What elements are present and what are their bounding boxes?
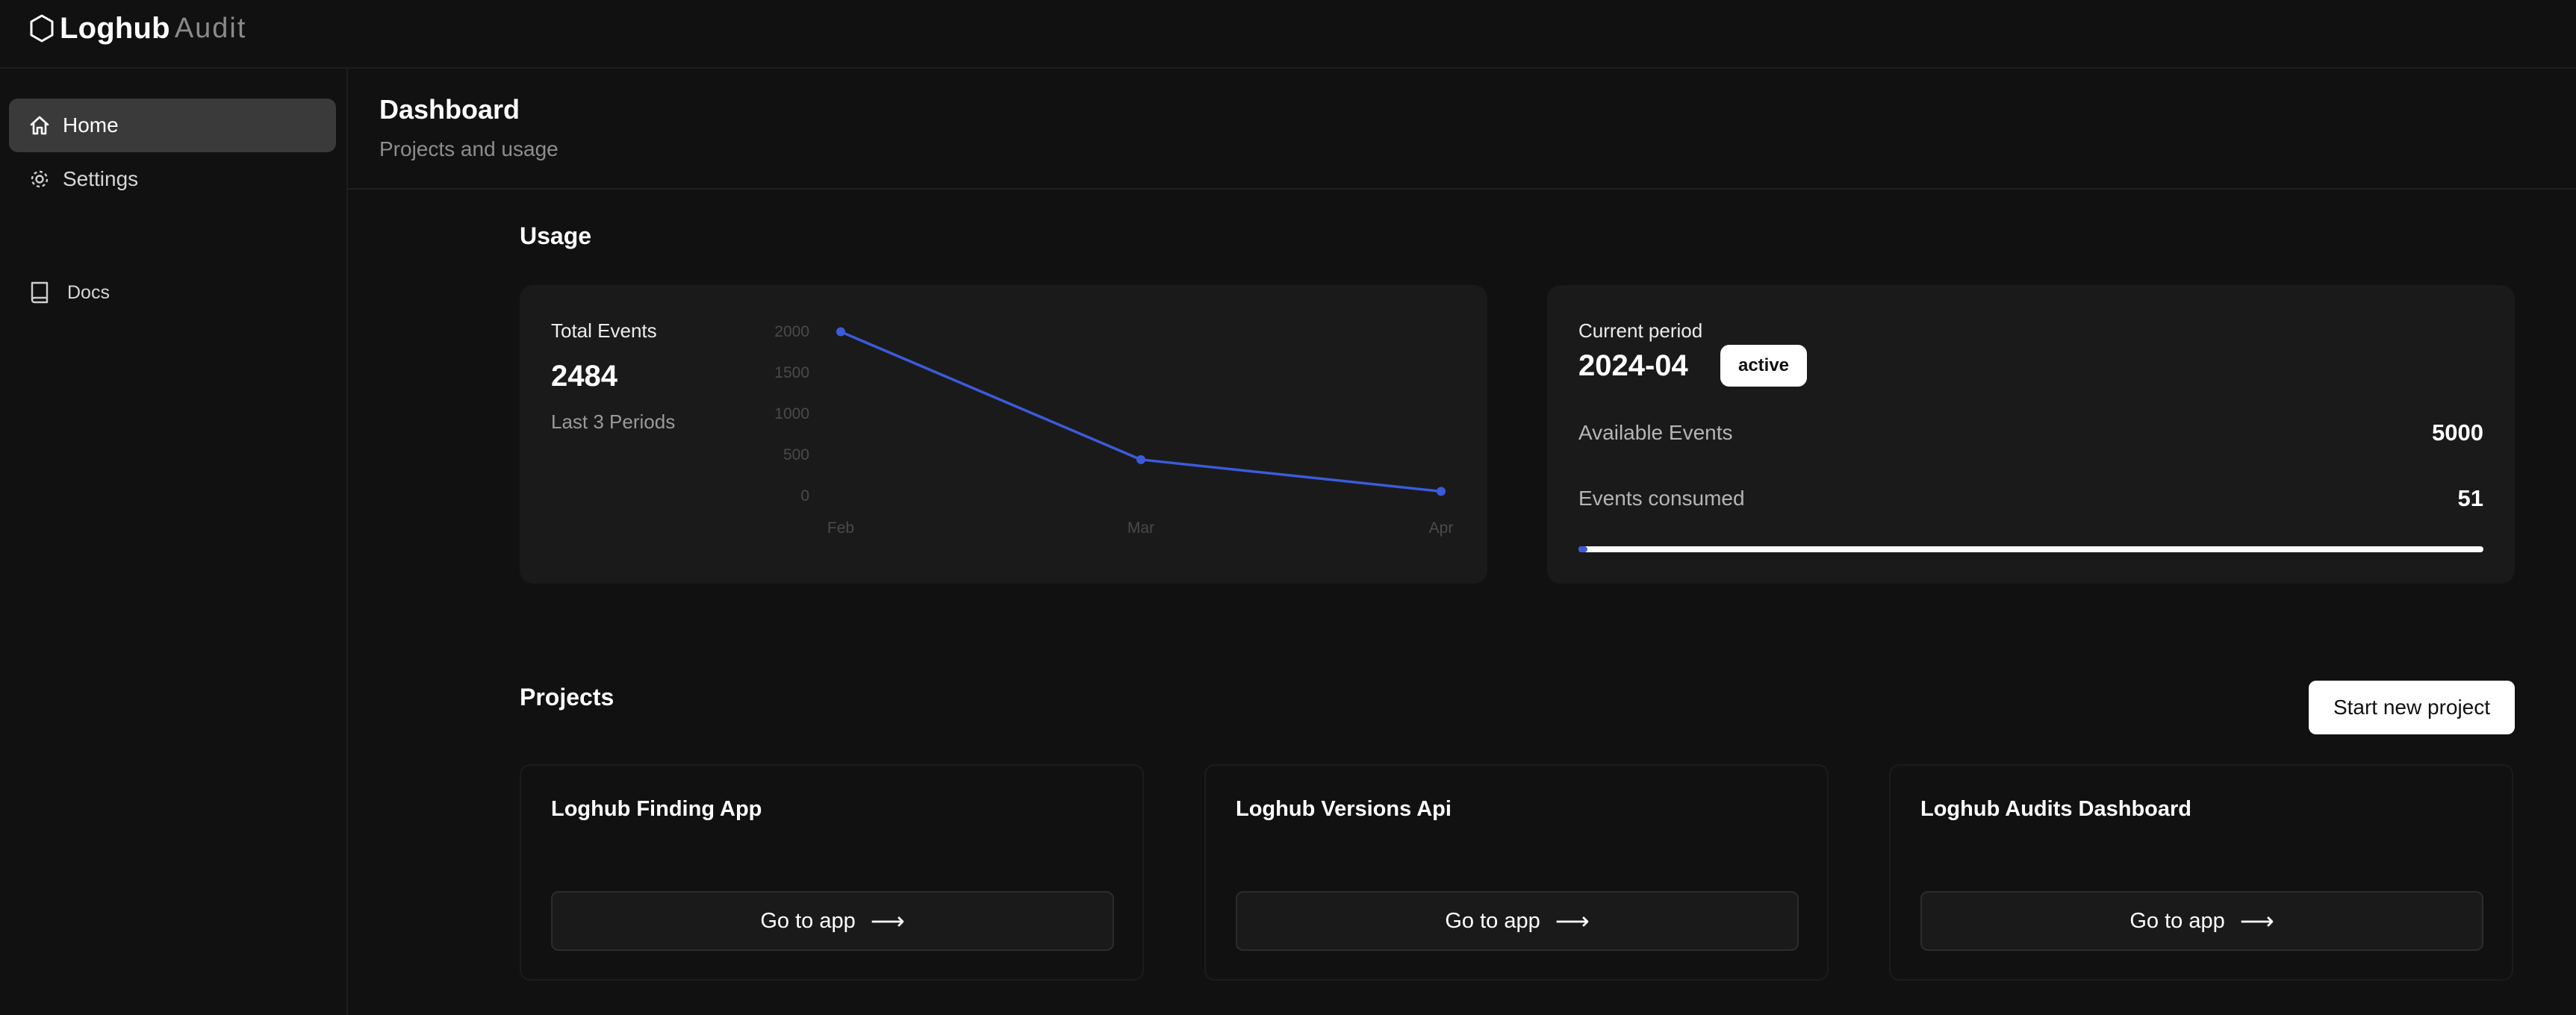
page-subtitle: Projects and usage: [379, 137, 559, 160]
sidebar-item-label: Home: [63, 113, 119, 137]
sidebar-item-label: Docs: [67, 281, 110, 303]
x-tick-label: Mar: [1127, 519, 1154, 537]
available-events-label: Available Events: [1578, 421, 1733, 444]
go-to-app-label: Go to app: [2129, 908, 2225, 933]
data-point[interactable]: [1136, 455, 1145, 464]
available-events-value: 5000: [2432, 419, 2483, 446]
arrow-right-icon: ⟶: [870, 908, 905, 934]
logo[interactable]: Loghub Audit: [28, 10, 246, 46]
usage-progress-fill: [1578, 546, 1588, 552]
y-tick-label: 2000: [774, 323, 809, 340]
gear-icon: [28, 168, 51, 190]
y-tick-label: 1500: [774, 364, 809, 381]
data-point[interactable]: [836, 327, 845, 337]
sidebar-item-docs[interactable]: Docs: [9, 266, 336, 319]
project-card: Loghub Versions Api Go to app ⟶: [1204, 764, 1829, 981]
project-card: Loghub Finding App Go to app ⟶: [520, 764, 1144, 981]
total-events-label: Total Events: [551, 319, 657, 342]
y-tick-label: 1000: [774, 405, 809, 422]
current-period-label: Current period: [1578, 319, 1703, 342]
sidebar-item-home[interactable]: Home: [9, 99, 336, 152]
arrow-right-icon: ⟶: [2239, 908, 2274, 934]
x-tick-label: Apr: [1429, 519, 1454, 537]
go-to-app-label: Go to app: [1445, 908, 1540, 933]
usage-section-title: Usage: [520, 222, 592, 249]
data-point[interactable]: [1437, 487, 1446, 496]
brand-name: Loghub: [60, 11, 170, 45]
total-events-card: Total Events 2484 Last 3 Periods 0 500 100…: [520, 285, 1487, 584]
y-tick-label: 500: [783, 446, 809, 463]
projects-section-title: Projects: [520, 684, 615, 710]
brand-suffix: Audit: [174, 12, 247, 44]
go-to-app-button[interactable]: Go to app ⟶: [1236, 891, 1799, 951]
current-period-card: Current period 2024-04 active Available …: [1547, 285, 2515, 584]
y-tick-label: 0: [800, 487, 809, 505]
project-card: Loghub Audits Dashboard Go to app ⟶: [1889, 764, 2513, 981]
sidebar-item-label: Settings: [63, 167, 139, 190]
x-tick-label: Feb: [827, 519, 854, 537]
project-name: Loghub Finding App: [551, 797, 762, 821]
sidebar-item-settings[interactable]: Settings: [9, 152, 336, 206]
sidebar: Home Settings Docs: [0, 69, 348, 1015]
status-badge: active: [1720, 345, 1807, 387]
total-events-caption: Last 3 Periods: [551, 410, 676, 433]
series-line: [840, 330, 1442, 493]
book-icon: [28, 281, 51, 304]
current-period-value: 2024-04: [1578, 349, 1688, 382]
usage-line-chart: 0 500 1000 1500 2000 Feb Mar Apr: [774, 323, 1454, 537]
go-to-app-button[interactable]: Go to app ⟶: [1920, 891, 2483, 951]
total-events-value: 2484: [551, 360, 617, 393]
events-consumed-value: 51: [2457, 485, 2483, 511]
page-title: Dashboard: [379, 94, 520, 125]
hexagon-logo-icon: [30, 14, 54, 43]
start-new-project-button[interactable]: Start new project: [2309, 681, 2515, 734]
go-to-app-button[interactable]: Go to app ⟶: [551, 891, 1114, 951]
events-consumed-label: Events consumed: [1578, 487, 1745, 510]
home-icon: [28, 114, 51, 137]
page-header: Dashboard Projects and usage: [348, 69, 2576, 190]
project-name: Loghub Versions Api: [1236, 797, 1452, 821]
top-bar: Loghub Audit: [0, 0, 2576, 69]
usage-progress-bar: [1578, 546, 2483, 552]
go-to-app-label: Go to app: [760, 908, 856, 933]
arrow-right-icon: ⟶: [1555, 908, 1590, 934]
project-name: Loghub Audits Dashboard: [1920, 797, 2192, 821]
